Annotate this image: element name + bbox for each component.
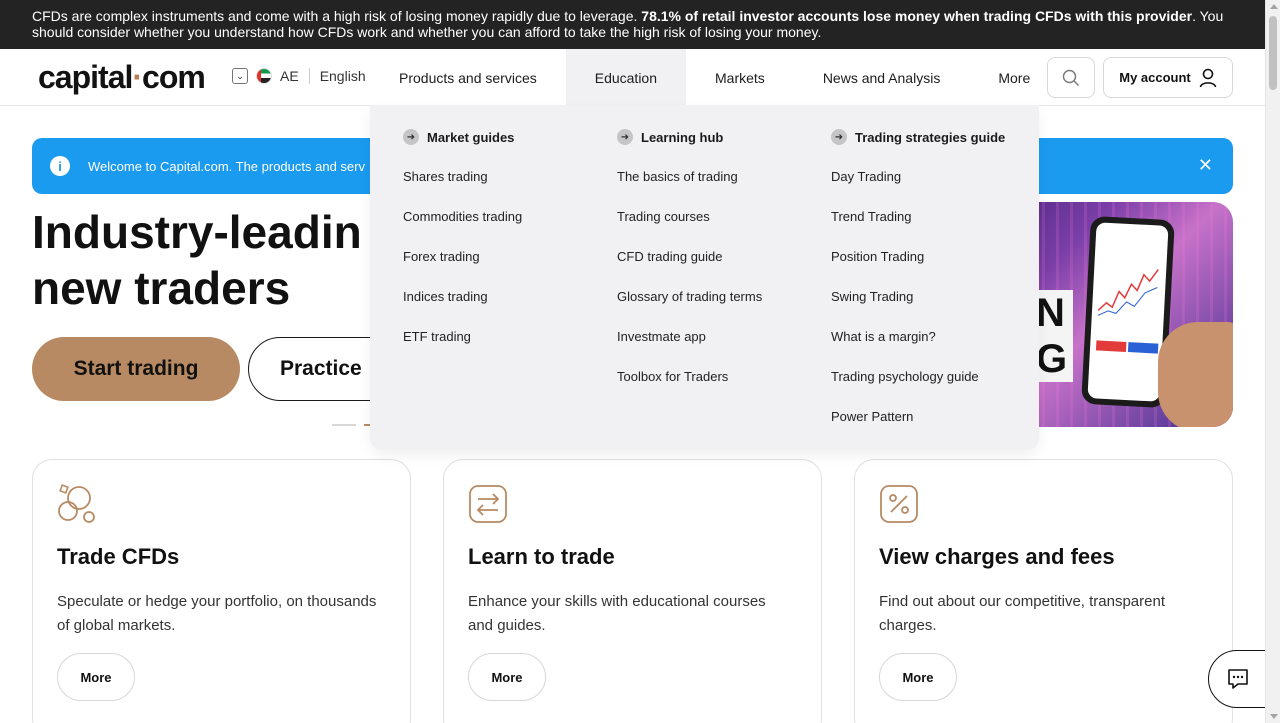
close-icon[interactable]: ✕ xyxy=(1198,155,1213,176)
dropdown-link[interactable]: Trading courses xyxy=(617,209,710,224)
dropdown-link[interactable]: CFD trading guide xyxy=(617,249,723,264)
dropdown-link[interactable]: Trading psychology guide xyxy=(831,369,979,384)
card-title: Trade CFDs xyxy=(57,544,180,569)
dropdown-heading-label: Trading strategies guide xyxy=(855,129,1006,145)
info-icon: i xyxy=(50,156,70,176)
card-text: Enhance your skills with educational cou… xyxy=(468,593,766,634)
risk-text-bold: 78.1% of retail investor accounts lose m… xyxy=(641,8,1193,24)
card-more-button[interactable]: More xyxy=(468,653,546,701)
locale-selector[interactable]: ⌄ AE English xyxy=(232,68,366,84)
nav-more[interactable]: More xyxy=(969,49,1059,106)
capital-logo[interactable]: capital·com xyxy=(38,59,206,95)
dropdown-link[interactable]: Swing Trading xyxy=(831,289,913,304)
dropdown-heading-trading-strategies[interactable]: ➜ Trading strategies guide xyxy=(831,129,1005,145)
nav-products[interactable]: Products and services xyxy=(370,49,566,106)
scroll-down-arrow-icon[interactable] xyxy=(1270,714,1278,719)
phone-screen xyxy=(1087,222,1169,402)
search-icon xyxy=(1062,69,1079,86)
card-title: View charges and fees xyxy=(879,544,1115,569)
logo-part: com xyxy=(142,59,206,95)
dropdown-link[interactable]: Commodities trading xyxy=(403,209,522,224)
dropdown-link[interactable]: Toolbox for Traders xyxy=(617,369,728,384)
dropdown-link[interactable]: The basics of trading xyxy=(617,169,738,184)
coins-icon xyxy=(57,484,97,524)
nav-news-analysis[interactable]: News and Analysis xyxy=(794,49,970,106)
card-title: Learn to trade xyxy=(468,544,615,569)
dropdown-link[interactable]: Day Trading xyxy=(831,169,901,184)
arrow-right-icon: ➜ xyxy=(831,129,847,145)
arrow-right-icon: ➜ xyxy=(403,129,419,145)
dropdown-link[interactable]: What is a margin? xyxy=(831,329,936,344)
risk-warning-bar: CFDs are complex instruments and come wi… xyxy=(0,0,1265,49)
card-text: Speculate or hedge your portfolio, on th… xyxy=(57,593,377,634)
dropdown-link[interactable]: Indices trading xyxy=(403,289,488,304)
page-scrollbar[interactable] xyxy=(1265,0,1280,723)
dropdown-link[interactable]: ETF trading xyxy=(403,329,471,344)
card-charges-fees: View charges and fees Find out about our… xyxy=(854,459,1233,723)
chat-icon xyxy=(1228,669,1248,689)
price-chart-illustration xyxy=(1097,269,1159,316)
dropdown-link[interactable]: Position Trading xyxy=(831,249,924,264)
uae-flag-icon xyxy=(256,68,272,84)
dropdown-heading-market-guides[interactable]: ➜ Market guides xyxy=(403,129,514,145)
search-button[interactable] xyxy=(1047,57,1095,98)
dropdown-link[interactable]: Power Pattern xyxy=(831,409,913,424)
dropdown-link[interactable]: Investmate app xyxy=(617,329,706,344)
hero-slider-indicator xyxy=(332,424,372,426)
scrollbar-thumb[interactable] xyxy=(1269,16,1277,90)
logo-part: capital xyxy=(38,59,133,95)
percent-icon xyxy=(879,484,919,524)
user-icon xyxy=(1199,68,1217,87)
my-account-label: My account xyxy=(1119,70,1191,85)
card-learn-to-trade: Learn to trade Enhance your skills with … xyxy=(443,459,822,723)
chat-button[interactable] xyxy=(1208,650,1268,708)
region-code: AE xyxy=(280,68,299,84)
dropdown-heading-label: Market guides xyxy=(427,129,515,145)
site-header: capital·com ⌄ AE English Products and se… xyxy=(0,49,1265,106)
sell-button-illustration xyxy=(1095,340,1127,352)
card-more-button[interactable]: More xyxy=(57,653,135,701)
dropdown-link[interactable]: Forex trading xyxy=(403,249,480,264)
exchange-arrows-icon xyxy=(468,484,508,524)
hand-illustration xyxy=(1158,322,1233,427)
language-label[interactable]: English xyxy=(320,68,366,84)
chevron-down-icon[interactable]: ⌄ xyxy=(232,68,248,84)
locale-divider xyxy=(308,68,310,84)
dropdown-heading-learning-hub[interactable]: ➜ Learning hub xyxy=(617,129,723,145)
scroll-up-arrow-icon[interactable] xyxy=(1270,4,1278,9)
education-dropdown-menu: ➜ Market guides Shares trading Commoditie… xyxy=(370,105,1039,450)
my-account-button[interactable]: My account xyxy=(1103,57,1233,98)
nav-education[interactable]: Education xyxy=(565,49,687,106)
risk-text-start: CFDs are complex instruments and come wi… xyxy=(32,8,642,24)
slider-dot[interactable] xyxy=(332,424,356,426)
card-text: Find out about our competitive, transpar… xyxy=(879,593,1165,634)
notice-text: Welcome to Capital.com. The products and… xyxy=(88,158,365,174)
dropdown-link[interactable]: Trend Trading xyxy=(831,209,911,224)
dropdown-heading-label: Learning hub xyxy=(641,129,724,145)
card-more-button[interactable]: More xyxy=(879,653,957,701)
arrow-right-icon: ➜ xyxy=(617,129,633,145)
card-trade-cfds: Trade CFDs Speculate or hedge your portf… xyxy=(32,459,411,723)
nav-markets[interactable]: Markets xyxy=(686,49,794,106)
main-nav: Products and services Education Markets … xyxy=(370,49,1059,106)
dropdown-link[interactable]: Glossary of trading terms xyxy=(617,289,762,304)
buy-button-illustration xyxy=(1127,342,1159,354)
logo-dot: · xyxy=(132,59,143,95)
dropdown-link[interactable]: Shares trading xyxy=(403,169,488,184)
start-trading-button[interactable]: Start trading xyxy=(32,337,240,401)
